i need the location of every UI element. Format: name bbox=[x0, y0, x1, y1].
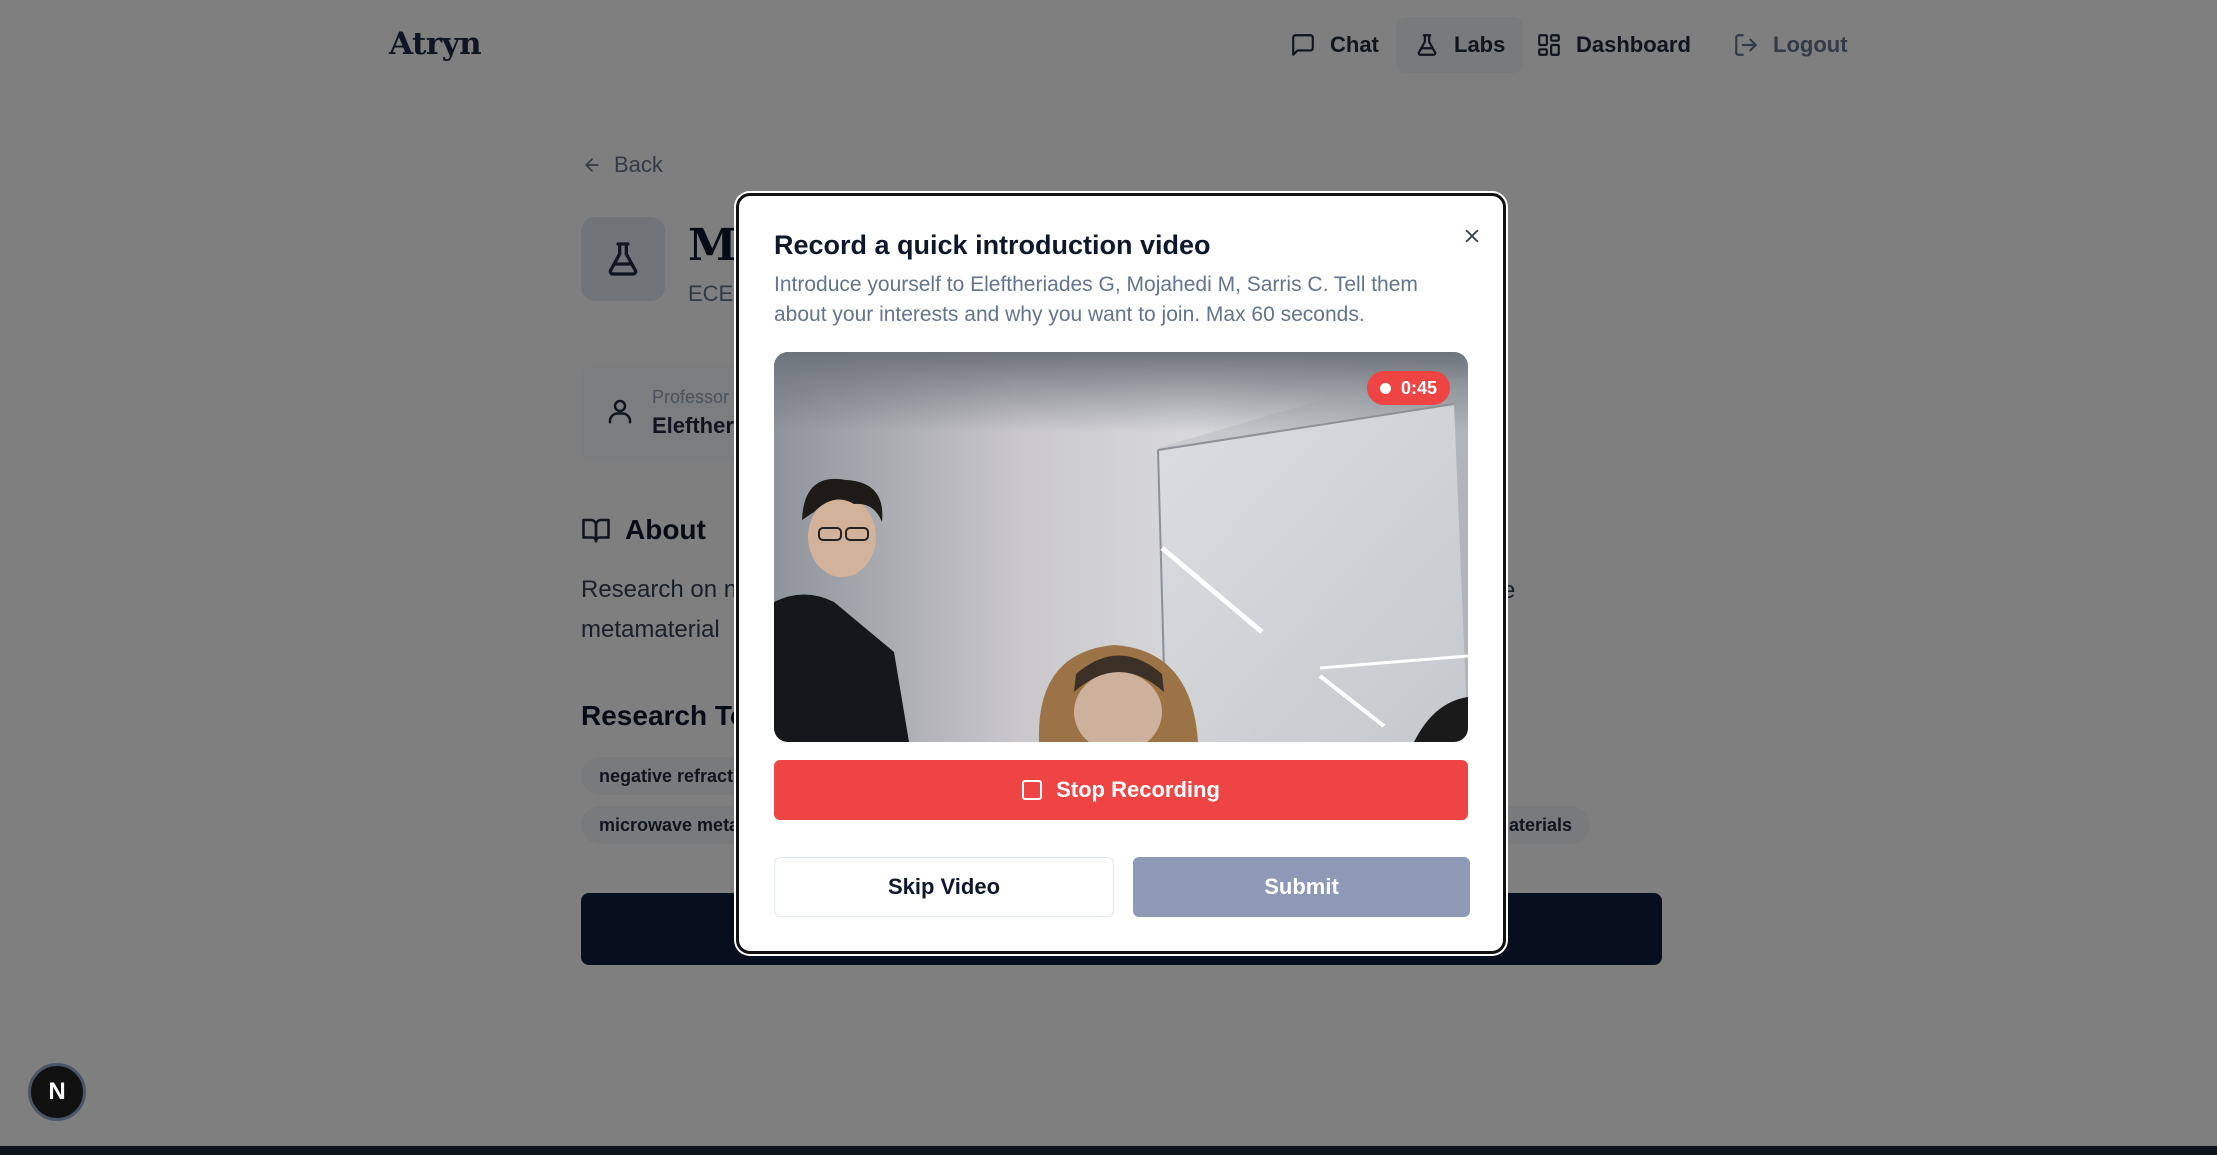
modal-title: Record a quick introduction video bbox=[774, 230, 1211, 260]
stop-square-icon bbox=[1022, 780, 1043, 800]
recording-timer: 0:45 bbox=[1401, 377, 1438, 398]
camera-preview: 0:45 bbox=[774, 352, 1468, 742]
stop-recording-label: Stop Recording bbox=[1056, 777, 1220, 802]
submit-button[interactable]: Submit bbox=[1133, 857, 1470, 917]
modal-description: Introduce yourself to Eleftheriades G, M… bbox=[774, 273, 1418, 326]
skip-video-button[interactable]: Skip Video bbox=[774, 857, 1114, 917]
recording-dot-icon bbox=[1380, 382, 1391, 394]
close-button[interactable] bbox=[1457, 221, 1487, 251]
stop-recording-button[interactable]: Stop Recording bbox=[774, 760, 1468, 820]
intro-video-modal: Record a quick introduction video Introd… bbox=[736, 193, 1506, 954]
close-icon bbox=[1465, 229, 1479, 243]
camera-feed-image bbox=[774, 352, 1468, 742]
recording-timer-badge: 0:45 bbox=[1367, 371, 1451, 405]
nextjs-dev-badge[interactable]: N bbox=[28, 1063, 86, 1121]
